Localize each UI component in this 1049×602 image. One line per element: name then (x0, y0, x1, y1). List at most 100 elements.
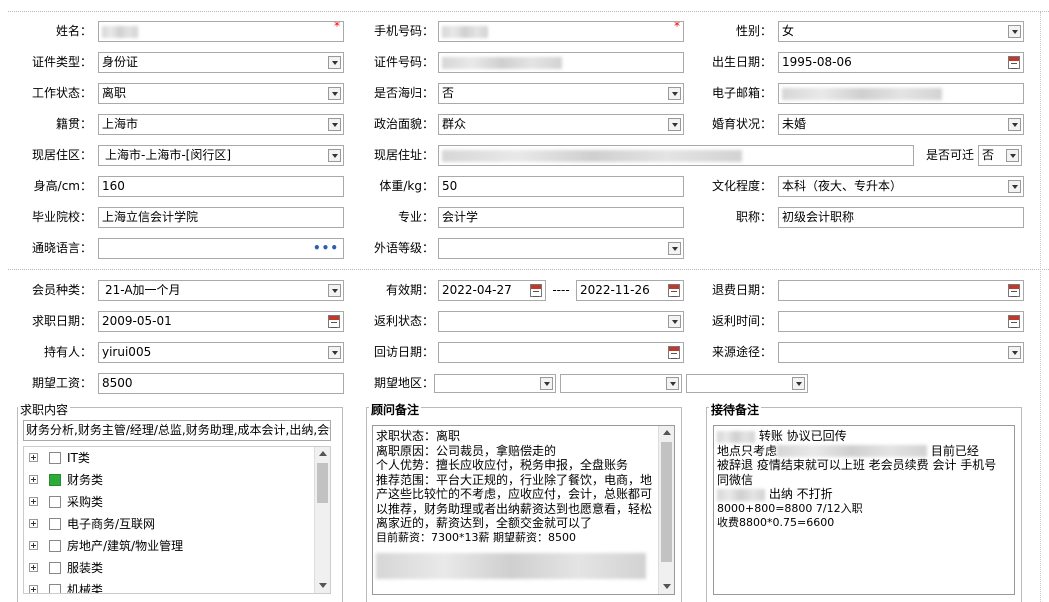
political-select[interactable]: 群众 (438, 114, 684, 135)
lang-level-select[interactable] (438, 238, 684, 259)
job-date-field[interactable]: 2009-05-01 (98, 311, 344, 332)
relocate-value: 否 (982, 148, 995, 162)
scroll-up-icon[interactable] (315, 447, 330, 461)
chevron-down-icon[interactable] (328, 149, 341, 162)
chevron-down-icon[interactable] (328, 346, 341, 359)
rebate-status-label: 返利状态： (373, 314, 434, 328)
checkbox[interactable] (49, 584, 61, 593)
chevron-down-icon[interactable] (792, 377, 805, 390)
chevron-down-icon[interactable] (1008, 346, 1021, 359)
height-field[interactable]: 160 (98, 176, 344, 197)
height-label: 身高/cm： (33, 179, 92, 193)
weight-field[interactable]: 50 (438, 176, 684, 197)
chevron-down-icon[interactable] (540, 377, 553, 390)
expand-icon[interactable] (29, 497, 38, 506)
expand-icon[interactable] (29, 541, 38, 550)
expand-icon[interactable] (29, 585, 38, 593)
scroll-thumb[interactable] (317, 463, 328, 503)
checkbox[interactable] (49, 562, 61, 574)
region-city-select[interactable] (560, 374, 682, 393)
birth-date-field[interactable]: 1995-08-06 (778, 52, 1024, 73)
visit-date-label: 回访日期： (373, 345, 434, 359)
calendar-icon[interactable] (668, 346, 680, 359)
checkbox-checked[interactable] (49, 474, 61, 486)
valid-to-field[interactable]: 2022-11-26 (576, 280, 684, 301)
native-select[interactable]: 上海市 (98, 114, 344, 135)
chevron-down-icon[interactable] (668, 242, 681, 255)
chevron-down-icon[interactable] (328, 284, 341, 297)
title-label: 职称： (735, 210, 772, 224)
email-field[interactable] (778, 83, 1024, 104)
chevron-down-icon[interactable] (666, 377, 679, 390)
calendar-icon[interactable] (1008, 56, 1020, 69)
checkbox[interactable] (49, 496, 61, 508)
calendar-icon[interactable] (328, 315, 340, 328)
valid-from-field[interactable]: 2022-04-27 (438, 280, 546, 301)
member-type-select[interactable]: 21-A加一个月 (98, 280, 344, 301)
scroll-down-icon[interactable] (659, 580, 674, 594)
tree-item-label: IT类 (67, 451, 90, 465)
checkbox[interactable] (49, 452, 61, 464)
calendar-icon[interactable] (668, 284, 680, 297)
rebate-status-select[interactable] (438, 311, 684, 332)
source-select[interactable] (778, 342, 1024, 363)
marital-select[interactable]: 未婚 (778, 114, 1024, 135)
salary-field[interactable]: 8500 (98, 373, 344, 394)
mobile-field[interactable]: * (438, 21, 684, 42)
chevron-down-icon[interactable] (1008, 25, 1021, 38)
masked-line (376, 553, 656, 579)
checkbox[interactable] (49, 518, 61, 530)
residence-area-select[interactable]: 上海市-上海市-[闵行区] (98, 145, 344, 166)
expand-icon[interactable] (29, 453, 38, 462)
chevron-down-icon[interactable] (328, 118, 341, 131)
scroll-down-icon[interactable] (315, 579, 330, 593)
calendar-icon[interactable] (530, 284, 542, 297)
more-icon[interactable]: ••• (313, 239, 339, 258)
note-line: 产这些比较忙的不考虑，应收应付，会计，总账都可 (376, 487, 653, 501)
relocate-label: 是否可迁 (925, 148, 974, 162)
chevron-down-icon[interactable] (1008, 118, 1021, 131)
note-line-text: 目前已经 (930, 443, 979, 458)
expand-icon[interactable] (29, 475, 38, 484)
id-no-field[interactable] (438, 52, 684, 73)
school-field[interactable]: 上海立信会计学院 (98, 207, 344, 228)
returnee-select[interactable]: 否 (438, 83, 684, 104)
expand-icon[interactable] (29, 519, 38, 528)
id-type-select[interactable]: 身份证 (98, 52, 344, 73)
address-field[interactable] (438, 145, 914, 166)
reception-note-textarea[interactable]: 转账 协议已回传 地点只考虑 目前已经 被辞退 疫情结束就可以上班 老会员续费 … (713, 425, 1015, 595)
work-status-label: 工作状态： (31, 86, 92, 100)
region-province-select[interactable] (434, 374, 556, 393)
job-content-summary[interactable]: 财务分析,财务主管/经理/总监,财务助理,成本会计,出纳,会计 (23, 420, 331, 441)
language-picker[interactable]: ••• (98, 238, 344, 259)
calendar-icon[interactable] (1008, 284, 1020, 297)
chevron-down-icon[interactable] (668, 87, 681, 100)
name-field[interactable]: * (98, 21, 344, 42)
rebate-time-field[interactable] (778, 311, 1024, 332)
holder-select[interactable]: yirui005 (98, 342, 344, 363)
consultant-note-textarea[interactable]: 求职状态：离职 离职原因：公司裁员，拿赔偿走的 个人优势：擅长应收应付，税务申报… (372, 425, 675, 595)
work-status-select[interactable]: 离职 (98, 83, 344, 104)
expand-icon[interactable] (29, 563, 38, 572)
checkbox[interactable] (49, 540, 61, 552)
region-district-select[interactable] (686, 374, 808, 393)
tree-scrollbar[interactable] (314, 447, 330, 593)
chevron-down-icon[interactable] (1006, 149, 1019, 162)
relocate-select[interactable]: 否 (978, 145, 1022, 166)
education-select[interactable]: 本科（夜大、专升本） (778, 176, 1024, 197)
chevron-down-icon[interactable] (668, 118, 681, 131)
scroll-up-icon[interactable] (659, 426, 674, 440)
major-field[interactable]: 会计学 (438, 207, 684, 228)
scroll-thumb[interactable] (661, 442, 672, 562)
job-date-value: 2009-05-01 (102, 314, 172, 328)
note-scrollbar[interactable] (658, 426, 674, 594)
chevron-down-icon[interactable] (668, 315, 681, 328)
gender-select[interactable]: 女 (778, 21, 1024, 42)
professional-title-field[interactable]: 初级会计职称 (778, 207, 1024, 228)
chevron-down-icon[interactable] (328, 87, 341, 100)
refund-date-field[interactable] (778, 280, 1024, 301)
chevron-down-icon[interactable] (328, 56, 341, 69)
visit-date-field[interactable] (438, 342, 684, 363)
chevron-down-icon[interactable] (1008, 180, 1021, 193)
calendar-icon[interactable] (1008, 315, 1020, 328)
